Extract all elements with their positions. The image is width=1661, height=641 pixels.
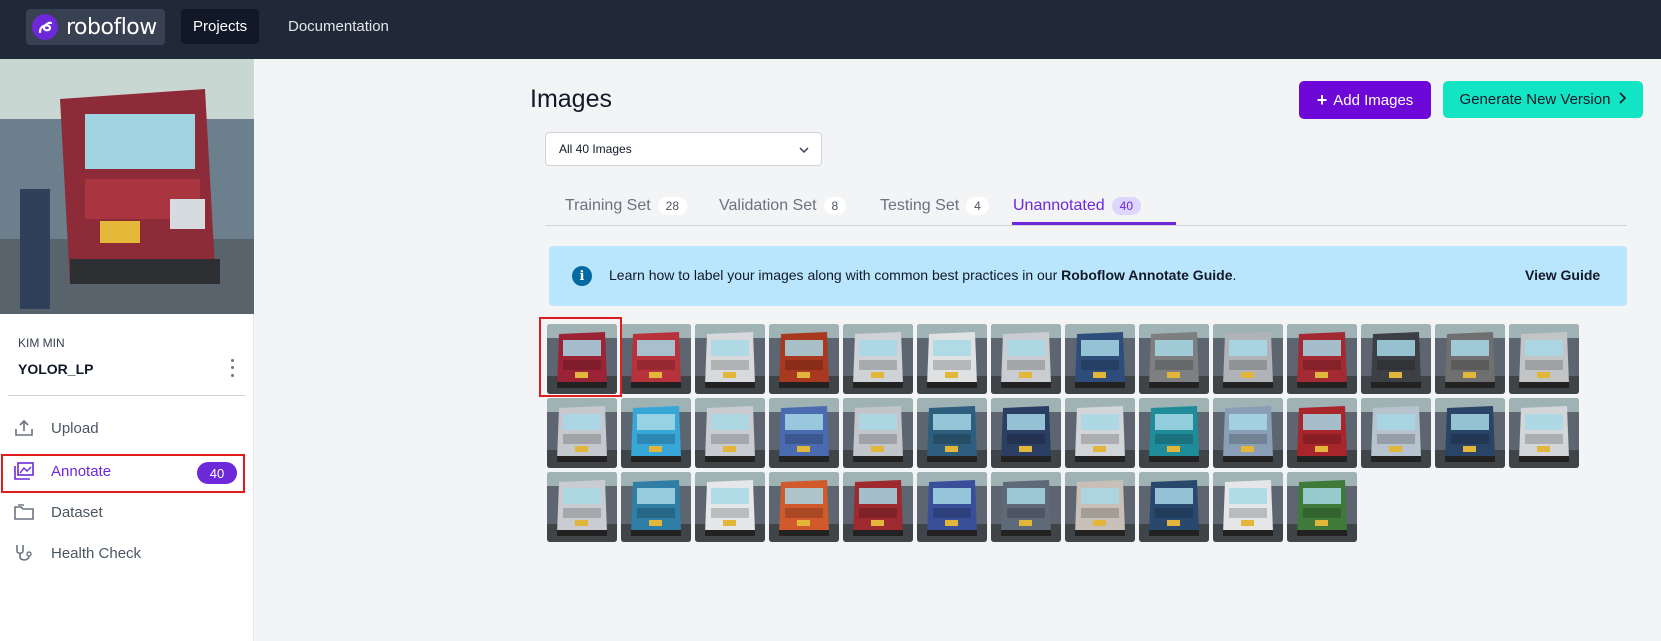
plus-icon: + [1316,89,1328,110]
image-thumbnail[interactable] [547,398,617,468]
tab-count: 40 [1111,197,1141,215]
image-thumbnail[interactable] [1435,324,1505,394]
image-thumbnail[interactable] [917,472,987,542]
chevron-down-icon [799,144,809,158]
tab-unannotated[interactable]: Unannotated 40 [1013,186,1141,226]
image-thumbnail[interactable] [695,472,765,542]
banner-text-end: . [1232,267,1237,283]
banner-text-part: Learn how to label your images along wit… [609,267,1062,283]
image-thumbnail[interactable] [1213,472,1283,542]
image-thumbnail[interactable] [843,324,913,394]
project-menu-icon[interactable] [226,357,238,379]
active-tab-indicator [1012,222,1176,225]
image-thumbnail[interactable] [695,398,765,468]
image-thumbnail[interactable] [1065,324,1135,394]
image-thumbnail[interactable] [1065,472,1135,542]
image-thumbnail[interactable] [1287,324,1357,394]
image-filter-value: All 40 Images [559,142,632,156]
tab-count: 8 [823,197,847,215]
image-thumbnail[interactable] [1361,324,1431,394]
generate-new-version-button[interactable]: Generate New Version [1443,81,1643,118]
generate-label: Generate New Version [1459,91,1611,108]
image-thumbnail[interactable] [1139,324,1209,394]
image-thumbnail[interactable] [621,398,691,468]
tab-count: 4 [966,197,989,215]
page-title: Images [530,85,612,113]
nav-documentation[interactable]: Documentation [276,9,401,44]
tab-training-set[interactable]: Training Set 28 [565,186,688,226]
annotate-count-badge: 40 [197,462,237,484]
image-thumbnail[interactable] [621,324,691,394]
image-thumbnail[interactable] [1287,398,1357,468]
image-thumbnail[interactable] [1435,398,1505,468]
info-icon: i [572,266,592,286]
split-tabs: Training Set 28 Validation Set 8 Testing… [545,186,1627,226]
top-nav: roboflow Projects Documentation [0,0,1661,59]
banner-text: Learn how to label your images along wit… [609,267,1236,283]
image-thumbnail[interactable] [843,398,913,468]
image-thumbnail[interactable] [1065,398,1135,468]
sidebar-item-health-check[interactable]: Health Check [0,535,254,571]
project-owner: KIM MIN [18,336,65,350]
image-thumbnail[interactable] [769,472,839,542]
project-cover-image [0,59,254,314]
image-thumbnail[interactable] [917,398,987,468]
image-thumbnail[interactable] [1139,398,1209,468]
tab-label: Training Set [565,197,651,214]
banner-guide-name: Roboflow Annotate Guide [1061,267,1233,283]
sidebar-item-label: Dataset [51,503,103,521]
tab-label: Unannotated [1013,197,1105,214]
add-images-button[interactable]: + Add Images [1299,81,1431,119]
tab-count: 28 [657,197,688,215]
image-thumbnail[interactable] [1287,472,1357,542]
nav-projects[interactable]: Projects [181,9,260,44]
image-thumbnail[interactable] [1213,324,1283,394]
roboflow-logo[interactable]: roboflow [26,9,165,45]
image-thumbnail[interactable] [917,324,987,394]
sidebar-divider [8,395,245,396]
image-thumbnail[interactable] [991,398,1061,468]
sidebar-item-label: Health Check [51,544,142,562]
tab-validation-set[interactable]: Validation Set 8 [719,186,847,226]
image-thumbnail[interactable] [1139,472,1209,542]
image-thumbnail[interactable] [1509,398,1579,468]
image-thumbnail[interactable] [991,324,1061,394]
sidebar-item-dataset[interactable]: Dataset [0,494,254,530]
image-thumbnail[interactable] [1509,324,1579,394]
roboflow-logo-icon [32,14,58,40]
image-thumbnail[interactable] [991,472,1061,542]
tab-label: Validation Set [719,197,817,214]
image-thumbnail[interactable] [547,472,617,542]
view-guide-link[interactable]: View Guide [1525,267,1600,283]
image-thumbnail[interactable] [621,472,691,542]
brand-name: roboflow [66,14,157,40]
stethoscope-icon [14,544,34,562]
chevron-right-icon [1618,91,1627,108]
sidebar-item-label: Upload [51,419,99,437]
image-thumbnail[interactable] [1213,398,1283,468]
image-thumbnail[interactable] [843,472,913,542]
image-filter-select[interactable]: All 40 Images [545,132,822,166]
project-name: YOLOR_LP [18,361,94,377]
sidebar: KIM MIN YOLOR_LP Upload Annotate Dataset… [0,59,254,641]
image-thumbnail[interactable] [769,324,839,394]
image-thumbnail[interactable] [1361,398,1431,468]
selected-image-highlight-box [539,317,622,397]
annotate-guide-banner: i Learn how to label your images along w… [549,246,1627,306]
tab-testing-set[interactable]: Testing Set 4 [880,186,989,226]
upload-icon [14,419,34,437]
folder-icon [14,503,34,521]
image-thumbnail[interactable] [695,324,765,394]
image-thumbnail[interactable] [769,398,839,468]
sidebar-item-upload[interactable]: Upload [0,410,254,446]
tab-label: Testing Set [880,197,960,214]
add-images-label: Add Images [1333,91,1414,109]
